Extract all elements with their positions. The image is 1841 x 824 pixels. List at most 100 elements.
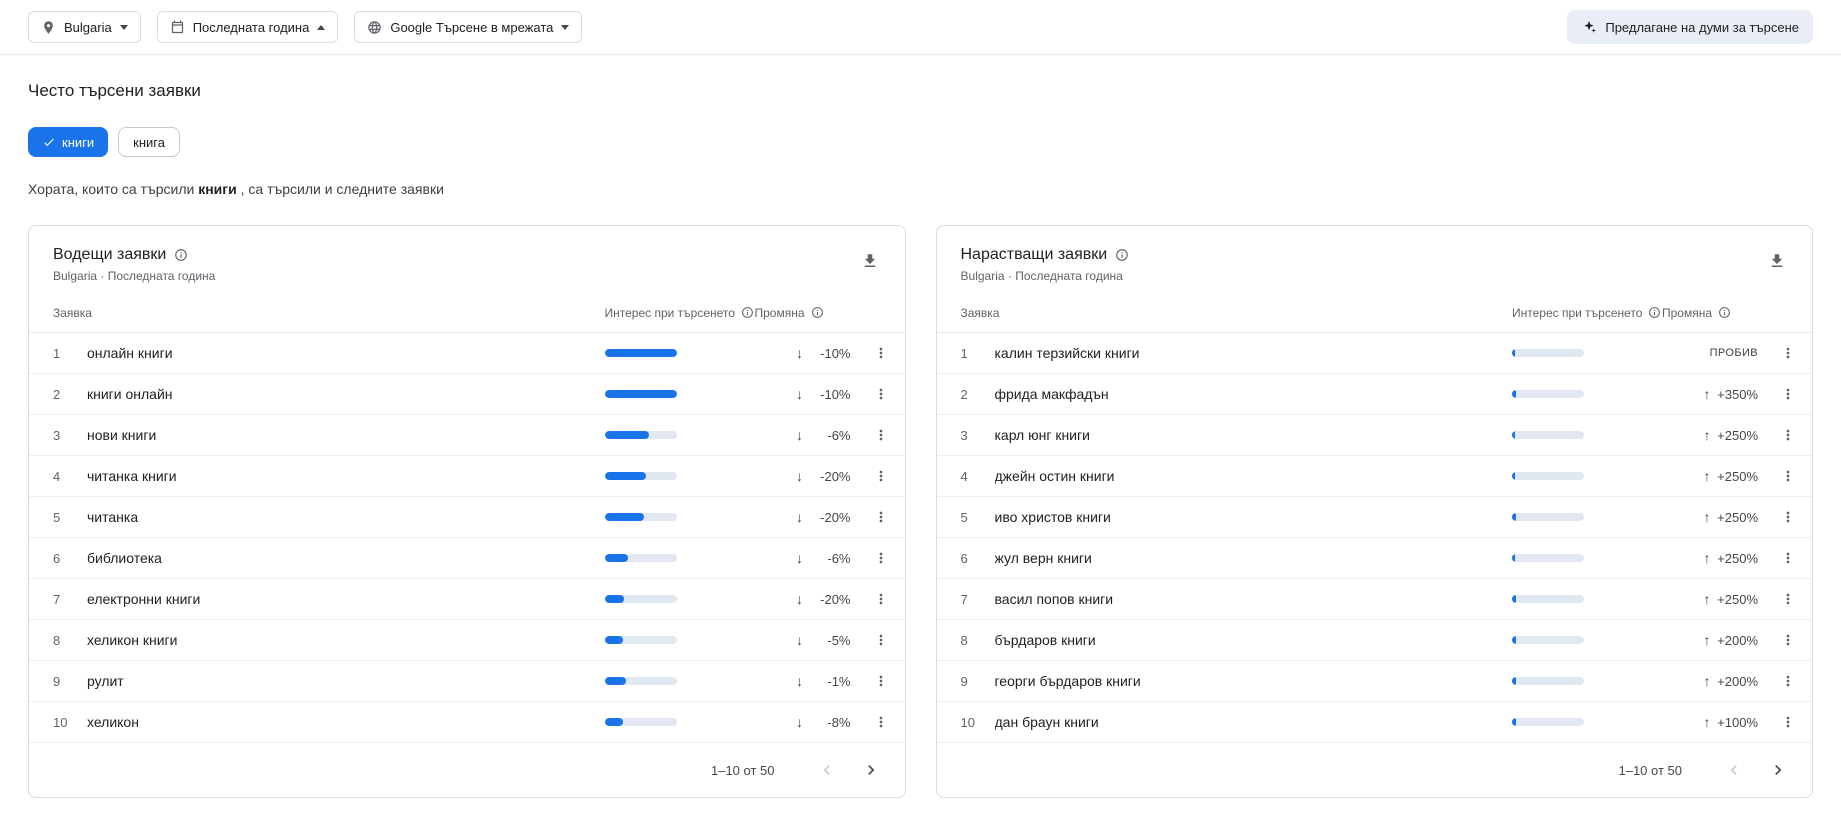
- row-menu-button[interactable]: [1774, 585, 1802, 613]
- interest-bar-track: [1512, 636, 1584, 644]
- change-value: -20%: [820, 509, 851, 525]
- query-link[interactable]: онлайн книги: [87, 345, 605, 361]
- row-menu-button[interactable]: [867, 544, 895, 572]
- query-link[interactable]: електронни книги: [87, 591, 605, 607]
- change-value: +250%: [1717, 550, 1758, 566]
- info-icon[interactable]: [174, 248, 188, 262]
- query-link[interactable]: дан браун книги: [995, 714, 1513, 730]
- row-menu-button[interactable]: [867, 708, 895, 736]
- row-menu-button[interactable]: [867, 503, 895, 531]
- filter-time-range[interactable]: Последната година: [156, 11, 339, 43]
- row-menu-button[interactable]: [867, 421, 895, 449]
- query-link[interactable]: хеликон: [87, 714, 605, 730]
- query-link[interactable]: жул верн книги: [995, 550, 1513, 566]
- suggest-keywords-button[interactable]: Предлагане на думи за търсене: [1567, 10, 1813, 44]
- row-menu-button[interactable]: [1774, 339, 1802, 367]
- pagination: 1–10 от 50: [29, 743, 905, 797]
- query-link[interactable]: нови книги: [87, 427, 605, 443]
- query-link[interactable]: книги онлайн: [87, 386, 605, 402]
- change-value: +250%: [1717, 509, 1758, 525]
- row-menu-button[interactable]: [867, 462, 895, 490]
- interest-bar-track: [604, 554, 677, 562]
- change-cell: ↑ +350%: [1662, 386, 1759, 402]
- row-menu-button[interactable]: [1774, 503, 1802, 531]
- query-link[interactable]: читанка книги: [87, 468, 605, 484]
- query-link[interactable]: рулит: [87, 673, 605, 689]
- change-value: +250%: [1717, 468, 1758, 484]
- interest-bar-track: [1512, 472, 1584, 480]
- interest-bar-fill: [1512, 677, 1516, 685]
- query-link[interactable]: васил попов книги: [995, 591, 1513, 607]
- row-menu-button[interactable]: [1774, 462, 1802, 490]
- change-arrow-icon: ↑: [1703, 509, 1711, 525]
- row-menu-button[interactable]: [867, 626, 895, 654]
- next-page-button[interactable]: [853, 752, 889, 788]
- kebab-icon: [873, 468, 889, 484]
- query-link[interactable]: фрида макфадън: [995, 386, 1513, 402]
- interest-bar-fill: [1512, 472, 1515, 480]
- chip-term-selected[interactable]: книги: [28, 127, 109, 157]
- table-row: 10 дан браун книги ↑ +100%: [936, 702, 1812, 743]
- row-menu-button[interactable]: [867, 585, 895, 613]
- change-arrow-icon: ↓: [796, 714, 803, 730]
- row-menu-button[interactable]: [867, 380, 895, 408]
- info-icon[interactable]: [1648, 306, 1661, 319]
- row-menu-button[interactable]: [1774, 421, 1802, 449]
- change-value: +250%: [1717, 427, 1758, 443]
- change-value: -10%: [820, 386, 851, 402]
- prev-page-button[interactable]: [1716, 752, 1752, 788]
- query-link[interactable]: читанка: [87, 509, 605, 525]
- query-link[interactable]: иво христов книги: [995, 509, 1513, 525]
- chip-term-unselected[interactable]: книга: [118, 127, 180, 157]
- change-cell: ↑ +250%: [1662, 468, 1759, 484]
- change-cell: ↓ -1%: [755, 673, 851, 689]
- kebab-icon: [1780, 550, 1796, 566]
- filter-location-label: Bulgaria: [64, 19, 112, 35]
- column-change: Промяна: [755, 306, 851, 320]
- kebab-icon: [873, 386, 889, 402]
- prev-page-button[interactable]: [809, 752, 845, 788]
- info-icon[interactable]: [811, 306, 824, 319]
- query-link[interactable]: бърдаров книги: [995, 632, 1513, 648]
- row-menu-button[interactable]: [867, 667, 895, 695]
- query-link[interactable]: карл юнг книги: [995, 427, 1513, 443]
- query-link[interactable]: джейн остин книги: [995, 468, 1513, 484]
- column-change: Промяна: [1662, 306, 1758, 320]
- download-button[interactable]: [1762, 246, 1792, 276]
- info-icon[interactable]: [741, 306, 754, 319]
- next-page-button[interactable]: [1760, 752, 1796, 788]
- description-prefix: Хората, които са търсили: [28, 181, 199, 197]
- change-arrow-icon: ↓: [796, 509, 803, 525]
- query-link[interactable]: калин терзийски книги: [995, 345, 1513, 361]
- row-menu-button[interactable]: [1774, 544, 1802, 572]
- kebab-icon: [1780, 386, 1796, 402]
- table-row: 2 фрида макфадън ↑ +350%: [936, 374, 1812, 415]
- interest-bar-track: [1512, 431, 1584, 439]
- query-link[interactable]: библиотека: [87, 550, 605, 566]
- info-icon[interactable]: [1718, 306, 1731, 319]
- interest-cell: [604, 677, 755, 685]
- row-menu-button[interactable]: [1774, 380, 1802, 408]
- table-row: 7 електронни книги ↓ -20%: [29, 579, 905, 620]
- download-icon: [861, 252, 879, 270]
- filter-search-type[interactable]: Google Търсене в мрежата: [354, 11, 583, 43]
- row-rank: 7: [53, 591, 61, 607]
- query-link[interactable]: хеликон книги: [87, 632, 605, 648]
- row-menu-button[interactable]: [1774, 626, 1802, 654]
- row-menu-button[interactable]: [1774, 708, 1802, 736]
- chevron-right-icon: [1768, 760, 1788, 780]
- kebab-icon: [873, 632, 889, 648]
- download-button[interactable]: [855, 246, 885, 276]
- row-rank: 7: [960, 591, 968, 607]
- change-arrow-icon: ↑: [1703, 550, 1711, 566]
- query-link[interactable]: георги бърдаров книги: [995, 673, 1513, 689]
- interest-bar-fill: [604, 595, 624, 603]
- interest-cell: [1512, 390, 1662, 398]
- pagination: 1–10 от 50: [937, 743, 1813, 797]
- change-cell: ↓ -10%: [755, 386, 851, 402]
- info-icon[interactable]: [1115, 248, 1129, 262]
- filter-location[interactable]: Bulgaria: [28, 11, 141, 43]
- row-menu-button[interactable]: [1774, 667, 1802, 695]
- row-menu-button[interactable]: [867, 339, 895, 367]
- change-value: -6%: [827, 550, 851, 566]
